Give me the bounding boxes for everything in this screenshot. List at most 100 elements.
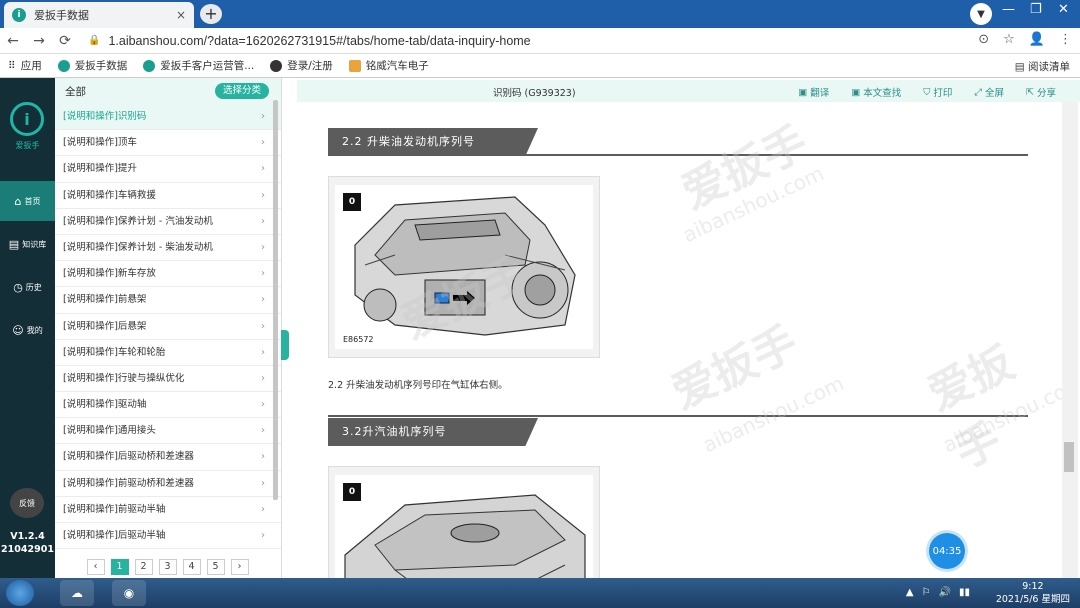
tab-title: 爱扳手数据 [34,9,89,22]
next-page-button[interactable]: › [230,559,249,575]
page-1[interactable]: 1 [110,559,129,575]
category-item[interactable]: [说明和操作]行驶与操纵优化 › [55,366,281,393]
page-5[interactable]: 5 [206,559,225,575]
document-scroll-thumb[interactable] [1064,442,1074,472]
watermark-url: aibanshou.com [679,160,828,248]
page-4[interactable]: 4 [182,559,201,575]
close-window-icon[interactable]: ✕ [1058,2,1069,17]
url-field[interactable]: 1.aibanshou.com/?data=1620262731915#/tab… [108,34,530,48]
taskbar: ☁ ◉ ▲ ⚐ 🔊 ▮▮ 9:12 2021/5/6 星期四 [0,578,1080,608]
reading-list[interactable]: ▤ 阅读清单 [1015,59,1070,74]
collapse-panel-handle[interactable] [281,330,289,360]
category-item[interactable]: [说明和操作]车轮和轮胎 › [55,340,281,366]
bookmark-login[interactable]: 登录/注册 [270,58,333,73]
category-item[interactable]: [说明和操作]后驱动桥和差速器 › [55,444,281,471]
google-lens-icon[interactable]: ⊙ [978,32,989,47]
chevron-right-icon: › [261,241,265,253]
select-category-button[interactable]: 选择分类 [214,83,269,99]
category-item[interactable]: [说明和操作]前驱动桥和差速器 › [55,471,281,497]
watermark: 爱扳手 [664,317,806,420]
category-item[interactable]: [说明和操作]新车存放 › [55,261,281,288]
nav-knowledge[interactable]: ▤ 知识库 [0,224,55,264]
page-3[interactable]: 3 [158,559,177,575]
bookmark-star-icon[interactable]: ☆ [1003,32,1015,47]
category-item[interactable]: [说明和操作]车辆救援 › [55,183,281,209]
category-item[interactable]: [说明和操作]保养计划 - 汽油发动机 › [55,209,281,235]
translate-button[interactable]: ▣ 翻译 [798,85,829,100]
document-title: 识别码 (G939323) [493,88,576,99]
maximize-icon[interactable]: ❐ [1030,2,1042,17]
volume-icon[interactable]: 🔊 [939,587,951,598]
home-icon: ⌂ [14,194,22,208]
chevron-right-icon: › [261,425,265,437]
network-icon[interactable]: ▮▮ [959,587,970,598]
app-sidebar: i 爱扳手 ⌂ 首页 ▤ 知识库 ◷ 历史 ☺ 我的 反馈 V1.2.4 210… [0,78,55,578]
globe-icon [270,59,283,72]
watermark-url: aibanshou.com [699,370,848,458]
tray-expand-icon[interactable]: ▲ [906,587,914,598]
document-toolbar: 识别码 (G939323) ▣ 翻译 ▣ 本文查找 ⛉ 打印 ⤢ 全屏 ⇱ 分享 [297,80,1080,102]
menu-icon[interactable]: ⋮ [1059,32,1072,47]
chevron-right-icon: › [261,372,265,384]
chevron-right-icon: › [261,399,265,411]
category-item[interactable]: [说明和操作]顶车 › [55,130,281,157]
section-rule [328,415,1028,417]
category-item[interactable]: [说明和操作]前悬架 › [55,287,281,314]
start-button[interactable] [6,580,34,606]
petrol-engine-drawing [335,475,593,578]
taskbar-app-baidu[interactable]: ☁ [60,580,94,606]
category-item[interactable]: [说明和操作]通用接头 › [55,418,281,445]
nav-history[interactable]: ◷ 历史 [0,267,55,307]
prev-page-button[interactable]: ‹ [86,559,105,575]
clock-icon: ◷ [13,280,23,294]
close-tab-icon[interactable]: × [176,8,186,22]
share-button[interactable]: ⇱ 分享 [1026,85,1056,100]
minimize-icon[interactable]: — [1002,2,1015,17]
find-in-doc-button[interactable]: ▣ 本文查找 [851,85,901,100]
category-scrollbar[interactable] [273,100,278,500]
category-item[interactable]: [说明和操作]后驱动半轴 › [55,523,281,550]
chevron-right-icon: › [261,163,265,175]
profile-download-icon[interactable]: ▼ [970,3,992,25]
chevron-right-icon: › [261,137,265,149]
apps-icon: ⠿ [8,59,16,72]
bookmark-mingwei[interactable]: 铭威汽车电子 [348,58,429,73]
book-icon: ▤ [8,237,20,251]
feedback-button[interactable]: 反馈 [10,488,44,518]
bookmark-apps[interactable]: ⠿ 应用 [8,58,42,73]
address-bar: ← → ⟳ 🔒 1.aibanshou.com/?data=1620262731… [0,28,1080,54]
document-content: 2.2 升柴油发动机序列号 0 E86572 2.2 升柴油发动机序列号印在气缸… [297,102,1062,578]
category-item[interactable]: [说明和操作]驱动轴 › [55,392,281,419]
back-icon[interactable]: ← [0,33,26,49]
app-logo-icon: i [10,102,44,136]
bookmark-ops[interactable]: 爱扳手客户运营管... [143,58,254,73]
nav-home[interactable]: ⌂ 首页 [0,181,55,221]
category-item[interactable]: [说明和操作]提升 › [55,156,281,183]
forward-icon[interactable]: → [26,33,52,49]
category-item[interactable]: [说明和操作]保养计划 - 柴油发动机 › [55,235,281,262]
print-button[interactable]: ⛉ 打印 [923,85,952,100]
fullscreen-button[interactable]: ⤢ 全屏 [974,85,1004,100]
diesel-engine-drawing [335,185,593,349]
reading-list-icon: ▤ [1014,61,1028,73]
browser-tab[interactable]: i 爱扳手数据 × [4,2,194,28]
reload-icon[interactable]: ⟳ [52,33,78,49]
chrome-icon: ◉ [123,586,135,600]
profile-icon[interactable]: 👤 [1029,32,1045,47]
aibanshou-icon [143,59,156,72]
new-tab-button[interactable]: + [200,4,222,24]
flag-icon[interactable]: ⚐ [922,587,931,598]
category-item[interactable]: [说明和操作]识别码 › [55,104,281,131]
bookmark-aibanshou[interactable]: 爱扳手数据 [57,58,127,73]
category-item[interactable]: [说明和操作]后悬架 › [55,314,281,340]
category-item[interactable]: [说明和操作]前驱动半轴 › [55,497,281,523]
taskbar-app-chrome[interactable]: ◉ [112,580,146,606]
chevron-right-icon: › [261,215,265,227]
page-2[interactable]: 2 [134,559,153,575]
chevron-right-icon: › [261,477,265,489]
chevron-right-icon: › [261,503,265,515]
nav-mine[interactable]: ☺ 我的 [0,310,55,350]
recording-timer[interactable]: 04:35 [929,533,965,569]
document-scrollbar[interactable] [1062,102,1078,578]
clock[interactable]: 9:12 2021/5/6 星期四 [996,580,1070,606]
